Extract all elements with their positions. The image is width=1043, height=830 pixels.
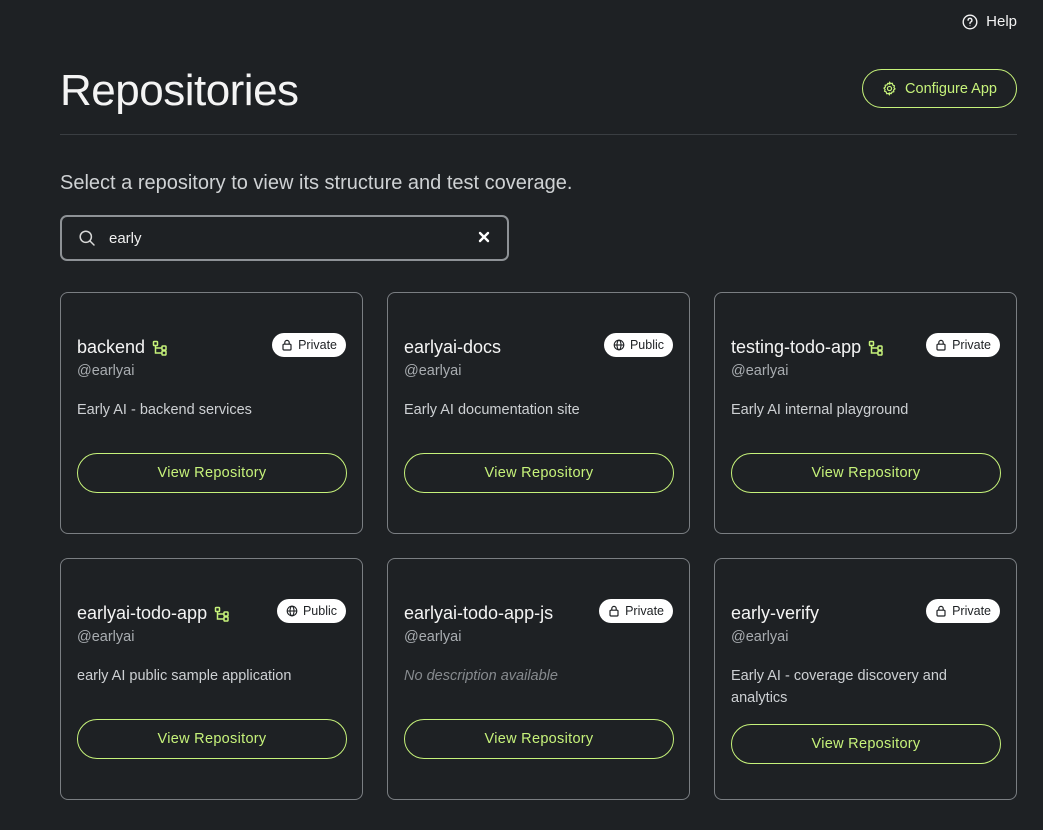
visibility-label: Public bbox=[629, 338, 664, 352]
repo-owner: @earlyai bbox=[77, 363, 135, 379]
search-input[interactable] bbox=[109, 225, 469, 251]
help-link[interactable]: Help bbox=[962, 13, 1017, 30]
repo-name: earlyai-todo-app bbox=[77, 603, 208, 623]
view-repository-button[interactable]: View Repository bbox=[731, 453, 1001, 493]
repositories-page: Help Repositories Configure App Select a… bbox=[0, 0, 1043, 830]
visibility-label: Private bbox=[625, 604, 664, 618]
view-repository-button[interactable]: View Repository bbox=[404, 719, 674, 759]
repo-description: Early AI documentation site bbox=[404, 402, 580, 418]
repo-card: earlyai-todo-app-js Private @earlyai No … bbox=[387, 558, 690, 800]
repo-name-row: earlyai-todo-app-js bbox=[404, 603, 553, 624]
visibility-badge: Private bbox=[926, 599, 1000, 623]
repo-name: testing-todo-app bbox=[731, 337, 862, 357]
repo-name-row: backend bbox=[77, 337, 168, 358]
visibility-badge: Private bbox=[926, 333, 1000, 357]
page-header: Repositories Configure App bbox=[60, 60, 1017, 135]
visibility-label: Public bbox=[302, 604, 337, 618]
globe-icon bbox=[613, 339, 625, 351]
repo-description: early AI public sample application bbox=[77, 668, 292, 684]
view-repository-button[interactable]: View Repository bbox=[77, 719, 347, 759]
repo-name: earlyai-todo-app-js bbox=[404, 603, 554, 623]
visibility-badge: Public bbox=[276, 599, 346, 623]
repo-card: testing-todo-app Private @earlyai Early … bbox=[714, 292, 1017, 534]
search-icon bbox=[79, 230, 95, 246]
repo-description: No description available bbox=[404, 668, 558, 684]
page-title: Repositories bbox=[60, 66, 299, 115]
close-icon[interactable] bbox=[477, 230, 491, 244]
repo-name: earlyai-docs bbox=[404, 337, 502, 357]
repo-owner: @earlyai bbox=[731, 363, 789, 379]
repo-description: Early AI internal playground bbox=[731, 402, 909, 418]
visibility-label: Private bbox=[298, 338, 337, 352]
help-label: Help bbox=[986, 13, 1017, 30]
globe-icon bbox=[286, 605, 298, 617]
repo-owner: @earlyai bbox=[731, 629, 789, 645]
repo-card: earlyai-todo-app Public @earlyai early A… bbox=[60, 558, 363, 800]
visibility-badge: Private bbox=[272, 333, 346, 357]
tree-structure-icon bbox=[214, 606, 229, 622]
configure-app-button[interactable]: Configure App bbox=[862, 69, 1017, 108]
lock-icon bbox=[936, 339, 946, 351]
visibility-label: Private bbox=[952, 604, 991, 618]
repository-grid: backend Private @earlyai Early AI - back… bbox=[60, 292, 1017, 800]
repo-name-row: earlyai-docs bbox=[404, 337, 501, 358]
repo-name: early-verify bbox=[731, 603, 820, 623]
repo-owner: @earlyai bbox=[404, 629, 462, 645]
tree-structure-icon bbox=[152, 340, 167, 356]
configure-app-label: Configure App bbox=[905, 80, 997, 97]
repo-owner: @earlyai bbox=[404, 363, 462, 379]
repo-name-row: earlyai-todo-app bbox=[77, 603, 230, 624]
repo-description: Early AI - coverage discovery and analyt… bbox=[731, 668, 947, 706]
repo-card: earlyai-docs Public @earlyai Early AI do… bbox=[387, 292, 690, 534]
visibility-badge: Private bbox=[599, 599, 673, 623]
repo-owner: @earlyai bbox=[77, 629, 135, 645]
view-repository-button[interactable]: View Repository bbox=[404, 453, 674, 493]
lock-icon bbox=[609, 605, 619, 617]
repo-description: Early AI - backend services bbox=[77, 402, 252, 418]
view-repository-button[interactable]: View Repository bbox=[731, 724, 1001, 764]
repo-card: backend Private @earlyai Early AI - back… bbox=[60, 292, 363, 534]
tree-structure-icon bbox=[868, 340, 883, 356]
search-box bbox=[60, 215, 509, 261]
repo-name-row: testing-todo-app bbox=[731, 337, 884, 358]
page-subtitle: Select a repository to view its structur… bbox=[60, 172, 573, 194]
lock-icon bbox=[936, 605, 946, 617]
visibility-label: Private bbox=[952, 338, 991, 352]
question-circle-icon bbox=[962, 13, 978, 30]
visibility-badge: Public bbox=[603, 333, 673, 357]
gear-icon bbox=[883, 81, 896, 96]
lock-icon bbox=[282, 339, 292, 351]
repo-card: early-verify Private @earlyai Early AI -… bbox=[714, 558, 1017, 800]
view-repository-button[interactable]: View Repository bbox=[77, 453, 347, 493]
repo-name-row: early-verify bbox=[731, 603, 819, 624]
repo-name: backend bbox=[77, 337, 146, 357]
